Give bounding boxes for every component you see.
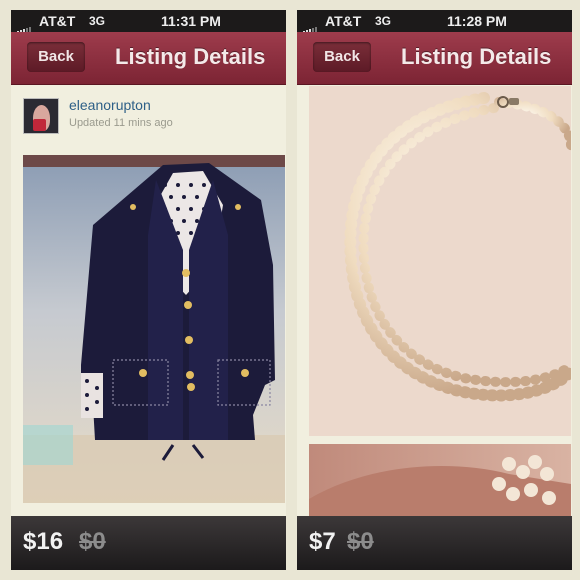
seller-row[interactable]: eleanorupton Updated 11 mins ago [23,97,278,138]
status-time: 11:28 PM [447,13,507,29]
status-bar: AT&T 3G 11:31 PM [11,10,286,34]
seller-username-link[interactable]: eleanorupton [69,97,151,113]
nav-bar: Back Listing Details [11,32,286,85]
avatar[interactable] [23,98,59,134]
page-title: Listing Details [115,44,266,69]
listing-screen-right: AT&T 3G 11:28 PM Back Listing Details $7… [297,10,572,570]
hand-pearls-photo [309,455,571,516]
nav-bar: Back Listing Details [297,32,572,85]
pearl-necklace-photo-icon [309,86,571,436]
price-bar: $16 $0 [11,516,286,570]
listing-screen-left: AT&T 3G 11:31 PM Back Listing Details el… [11,10,286,570]
original-price-label: $0 [79,528,106,555]
listing-photo[interactable] [23,155,285,503]
back-button[interactable]: Back [27,42,85,72]
updated-timestamp: Updated 11 mins ago [69,117,173,129]
status-bar: AT&T 3G 11:28 PM [297,10,572,34]
network-label: 3G [89,14,106,28]
price-label: $7 [309,528,336,555]
price-bar: $7 $0 [297,516,572,570]
network-label: 3G [375,14,392,28]
jacket-photo-icon [23,155,285,503]
carrier-label: AT&T [325,13,362,29]
listing-photo[interactable] [309,86,571,436]
original-price-label: $0 [347,528,374,555]
listing-thumbnail[interactable] [309,444,571,516]
price-label: $16 [23,528,64,555]
status-time: 11:31 PM [161,13,221,29]
page-title: Listing Details [401,44,552,69]
carrier-label: AT&T [39,13,76,29]
back-button[interactable]: Back [313,42,371,72]
